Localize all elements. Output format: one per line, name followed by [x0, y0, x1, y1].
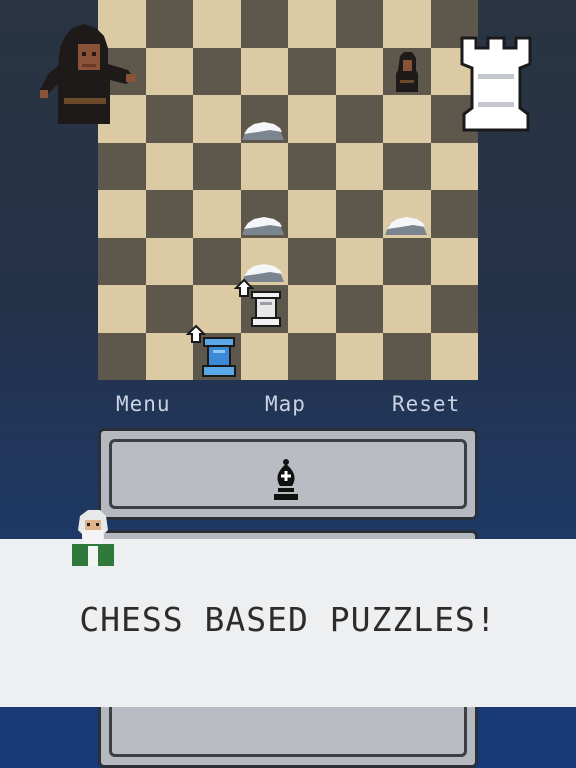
snow-obstacle-icon: [242, 122, 284, 140]
board-square[interactable]: [383, 142, 431, 190]
board-square[interactable]: [288, 0, 336, 48]
board-square[interactable]: [193, 142, 241, 190]
board-square[interactable]: [430, 285, 478, 333]
board-square[interactable]: [145, 0, 193, 48]
board-square[interactable]: [335, 332, 383, 380]
board-square[interactable]: [98, 237, 146, 285]
enemy-figure-icon[interactable]: [394, 52, 420, 94]
player-blue-rook-icon[interactable]: [186, 324, 236, 378]
board-square[interactable]: [193, 0, 241, 48]
board-square[interactable]: [288, 332, 336, 380]
board-square[interactable]: [288, 285, 336, 333]
promo-banner-text: CHESS BASED PUZZLES!: [79, 600, 497, 639]
large-white-rook-icon: [460, 36, 532, 132]
board-square[interactable]: [288, 142, 336, 190]
board-square[interactable]: [335, 190, 383, 238]
board-square[interactable]: [288, 237, 336, 285]
board-square[interactable]: [430, 142, 478, 190]
board-square[interactable]: [335, 95, 383, 143]
reset-button[interactable]: Reset: [392, 392, 460, 416]
board-square[interactable]: [240, 47, 288, 95]
board-square[interactable]: [98, 332, 146, 380]
board-square[interactable]: [335, 47, 383, 95]
white-rook-piece-icon[interactable]: [234, 278, 284, 330]
black-bishop-icon[interactable]: [272, 458, 300, 502]
board-square[interactable]: [288, 47, 336, 95]
board-square[interactable]: [98, 285, 146, 333]
hooded-character-icon: [40, 24, 136, 124]
chess-board[interactable]: [98, 0, 478, 380]
board-square[interactable]: [98, 142, 146, 190]
old-wizard-character-icon: [72, 510, 114, 566]
board-square[interactable]: [335, 142, 383, 190]
board-square[interactable]: [288, 95, 336, 143]
board-square[interactable]: [240, 0, 288, 48]
board-square[interactable]: [430, 332, 478, 380]
board-square[interactable]: [240, 142, 288, 190]
board-square[interactable]: [193, 47, 241, 95]
board-square[interactable]: [145, 142, 193, 190]
piece-hand-panel[interactable]: [98, 428, 478, 520]
map-button[interactable]: Map: [265, 392, 306, 416]
snow-obstacle-icon: [385, 217, 427, 235]
board-square[interactable]: [383, 0, 431, 48]
board-square[interactable]: [240, 332, 288, 380]
board-square[interactable]: [383, 285, 431, 333]
board-square[interactable]: [145, 237, 193, 285]
board-square[interactable]: [98, 190, 146, 238]
board-square[interactable]: [193, 95, 241, 143]
board-square[interactable]: [430, 237, 478, 285]
board-square[interactable]: [335, 237, 383, 285]
board-square[interactable]: [335, 285, 383, 333]
board-square[interactable]: [193, 190, 241, 238]
board-square[interactable]: [145, 47, 193, 95]
board-square[interactable]: [383, 237, 431, 285]
board-square[interactable]: [335, 0, 383, 48]
board-square[interactable]: [383, 95, 431, 143]
board-square[interactable]: [288, 190, 336, 238]
board-square[interactable]: [430, 190, 478, 238]
snow-obstacle-icon: [242, 217, 284, 235]
board-square[interactable]: [145, 95, 193, 143]
board-square[interactable]: [145, 190, 193, 238]
piece-hand-slot[interactable]: [109, 439, 467, 509]
board-square[interactable]: [383, 332, 431, 380]
menu-button[interactable]: Menu: [116, 392, 171, 416]
